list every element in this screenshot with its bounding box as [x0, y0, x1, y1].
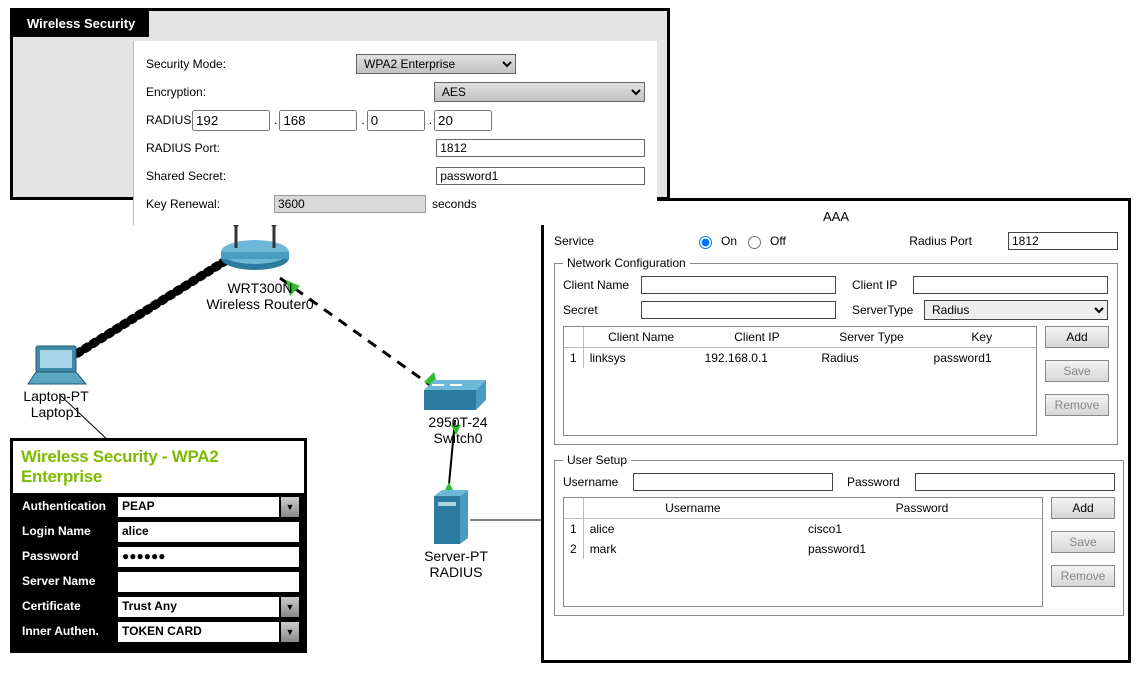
- laptop-row-label: Password: [17, 546, 117, 568]
- laptop-row-value[interactable]: PEAP: [117, 496, 280, 518]
- laptop-wireless-panel: Wireless Security - WPA2 Enterprise Auth…: [10, 438, 307, 653]
- laptop-label: Laptop-PT Laptop1: [16, 388, 96, 420]
- network-config-legend: Network Configuration: [563, 256, 690, 270]
- username-label: Username: [563, 475, 627, 489]
- encryption-select[interactable]: AES: [434, 82, 645, 102]
- table-row[interactable]: 1alicecisco1: [564, 519, 1042, 540]
- radius-ip-1[interactable]: [192, 110, 270, 131]
- table-row[interactable]: 1linksys192.168.0.1Radiuspassword1: [564, 348, 1036, 369]
- laptop-row-0: AuthenticationPEAP: [17, 496, 300, 518]
- user-setup-fieldset: User Setup Username Password Username Pa…: [554, 453, 1124, 616]
- laptop-row-value[interactable]: ●●●●●●: [117, 546, 300, 568]
- key-renewal-input[interactable]: [274, 195, 426, 213]
- encryption-label: Encryption:: [146, 85, 353, 99]
- shared-secret-input[interactable]: [436, 167, 645, 185]
- client-name-input[interactable]: [641, 276, 836, 294]
- service-on-radio[interactable]: [699, 236, 712, 249]
- laptop-row-label: Login Name: [17, 521, 117, 543]
- laptop-row-4: CertificateTrust Any: [17, 596, 300, 618]
- laptop-row-label: Inner Authen.: [17, 621, 117, 643]
- netconf-add-button[interactable]: Add: [1045, 326, 1109, 348]
- server-icon[interactable]: [430, 488, 472, 548]
- laptop-row-3: Server Name: [17, 571, 300, 593]
- laptop-row-value[interactable]: Trust Any: [117, 596, 280, 618]
- radius-port-label: RADIUS Port:: [146, 141, 355, 155]
- servertype-select[interactable]: Radius: [924, 300, 1108, 320]
- user-add-button[interactable]: Add: [1051, 497, 1115, 519]
- laptop-panel-title: Wireless Security - WPA2 Enterprise: [13, 441, 304, 493]
- client-name-label: Client Name: [563, 278, 635, 292]
- radius-port-input[interactable]: [436, 139, 645, 157]
- aaa-radius-port-input[interactable]: [1008, 232, 1118, 250]
- security-mode-select[interactable]: WPA2 Enterprise: [356, 54, 516, 74]
- netconf-save-button[interactable]: Save: [1045, 360, 1109, 382]
- servertype-label: ServerType: [852, 303, 918, 317]
- service-label: Service: [554, 234, 602, 248]
- shared-secret-label: Shared Secret:: [146, 169, 355, 183]
- switch-label: 2950T-24 Switch0: [418, 414, 498, 446]
- laptop-row-2: Password●●●●●●: [17, 546, 300, 568]
- laptop-row-value[interactable]: alice: [117, 521, 300, 543]
- router-icon[interactable]: [216, 218, 294, 274]
- wireless-security-panel: Wireless Security Security Mode: WPA2 En…: [10, 8, 670, 200]
- laptop-row-value[interactable]: [117, 571, 300, 593]
- laptop-row-label: Server Name: [17, 571, 117, 593]
- client-ip-label: Client IP: [852, 278, 907, 292]
- secret-input[interactable]: [641, 301, 836, 319]
- service-off-label: Off: [770, 234, 786, 248]
- laptop-row-value[interactable]: TOKEN CARD: [117, 621, 280, 643]
- username-input[interactable]: [633, 473, 833, 491]
- server-label: Server-PT RADIUS: [416, 548, 496, 580]
- router-label: WRT300N Wireless Router0: [200, 280, 320, 312]
- netconf-remove-button[interactable]: Remove: [1045, 394, 1109, 416]
- user-remove-button[interactable]: Remove: [1051, 565, 1115, 587]
- laptop-row-1: Login Namealice: [17, 521, 300, 543]
- radius-ip-4[interactable]: [434, 110, 492, 131]
- radius-port-label-2: Radius Port: [909, 234, 972, 248]
- switch-icon[interactable]: [420, 378, 490, 416]
- dropdown-icon[interactable]: [280, 596, 300, 618]
- service-on-label: On: [721, 234, 737, 248]
- laptop-row-5: Inner Authen.TOKEN CARD: [17, 621, 300, 643]
- dropdown-icon[interactable]: [280, 621, 300, 643]
- user-grid[interactable]: Username Password 1alicecisco12markpassw…: [563, 497, 1043, 607]
- user-setup-legend: User Setup: [563, 453, 631, 467]
- laptop-row-label: Certificate: [17, 596, 117, 618]
- service-off-radio[interactable]: [748, 236, 761, 249]
- wireless-security-tab[interactable]: Wireless Security: [13, 11, 149, 37]
- laptop-icon[interactable]: [24, 344, 90, 388]
- seconds-label: seconds: [432, 197, 477, 211]
- laptop-row-label: Authentication: [17, 496, 117, 518]
- table-row[interactable]: 2markpassword1: [564, 539, 1042, 559]
- password-label: Password: [847, 475, 909, 489]
- dropdown-icon[interactable]: [280, 496, 300, 518]
- security-mode-label: Security Mode:: [146, 57, 356, 71]
- netconf-grid[interactable]: Client Name Client IP Server Type Key 1l…: [563, 326, 1037, 436]
- radius-ip-3[interactable]: [367, 110, 425, 131]
- secret-label: Secret: [563, 303, 635, 317]
- aaa-panel: AAA Service On Off Radius Port Network C…: [541, 198, 1131, 663]
- radius-ip-2[interactable]: [279, 110, 357, 131]
- password-input[interactable]: [915, 473, 1115, 491]
- client-ip-input[interactable]: [913, 276, 1108, 294]
- network-config-fieldset: Network Configuration Client Name Client…: [554, 256, 1118, 445]
- user-save-button[interactable]: Save: [1051, 531, 1115, 553]
